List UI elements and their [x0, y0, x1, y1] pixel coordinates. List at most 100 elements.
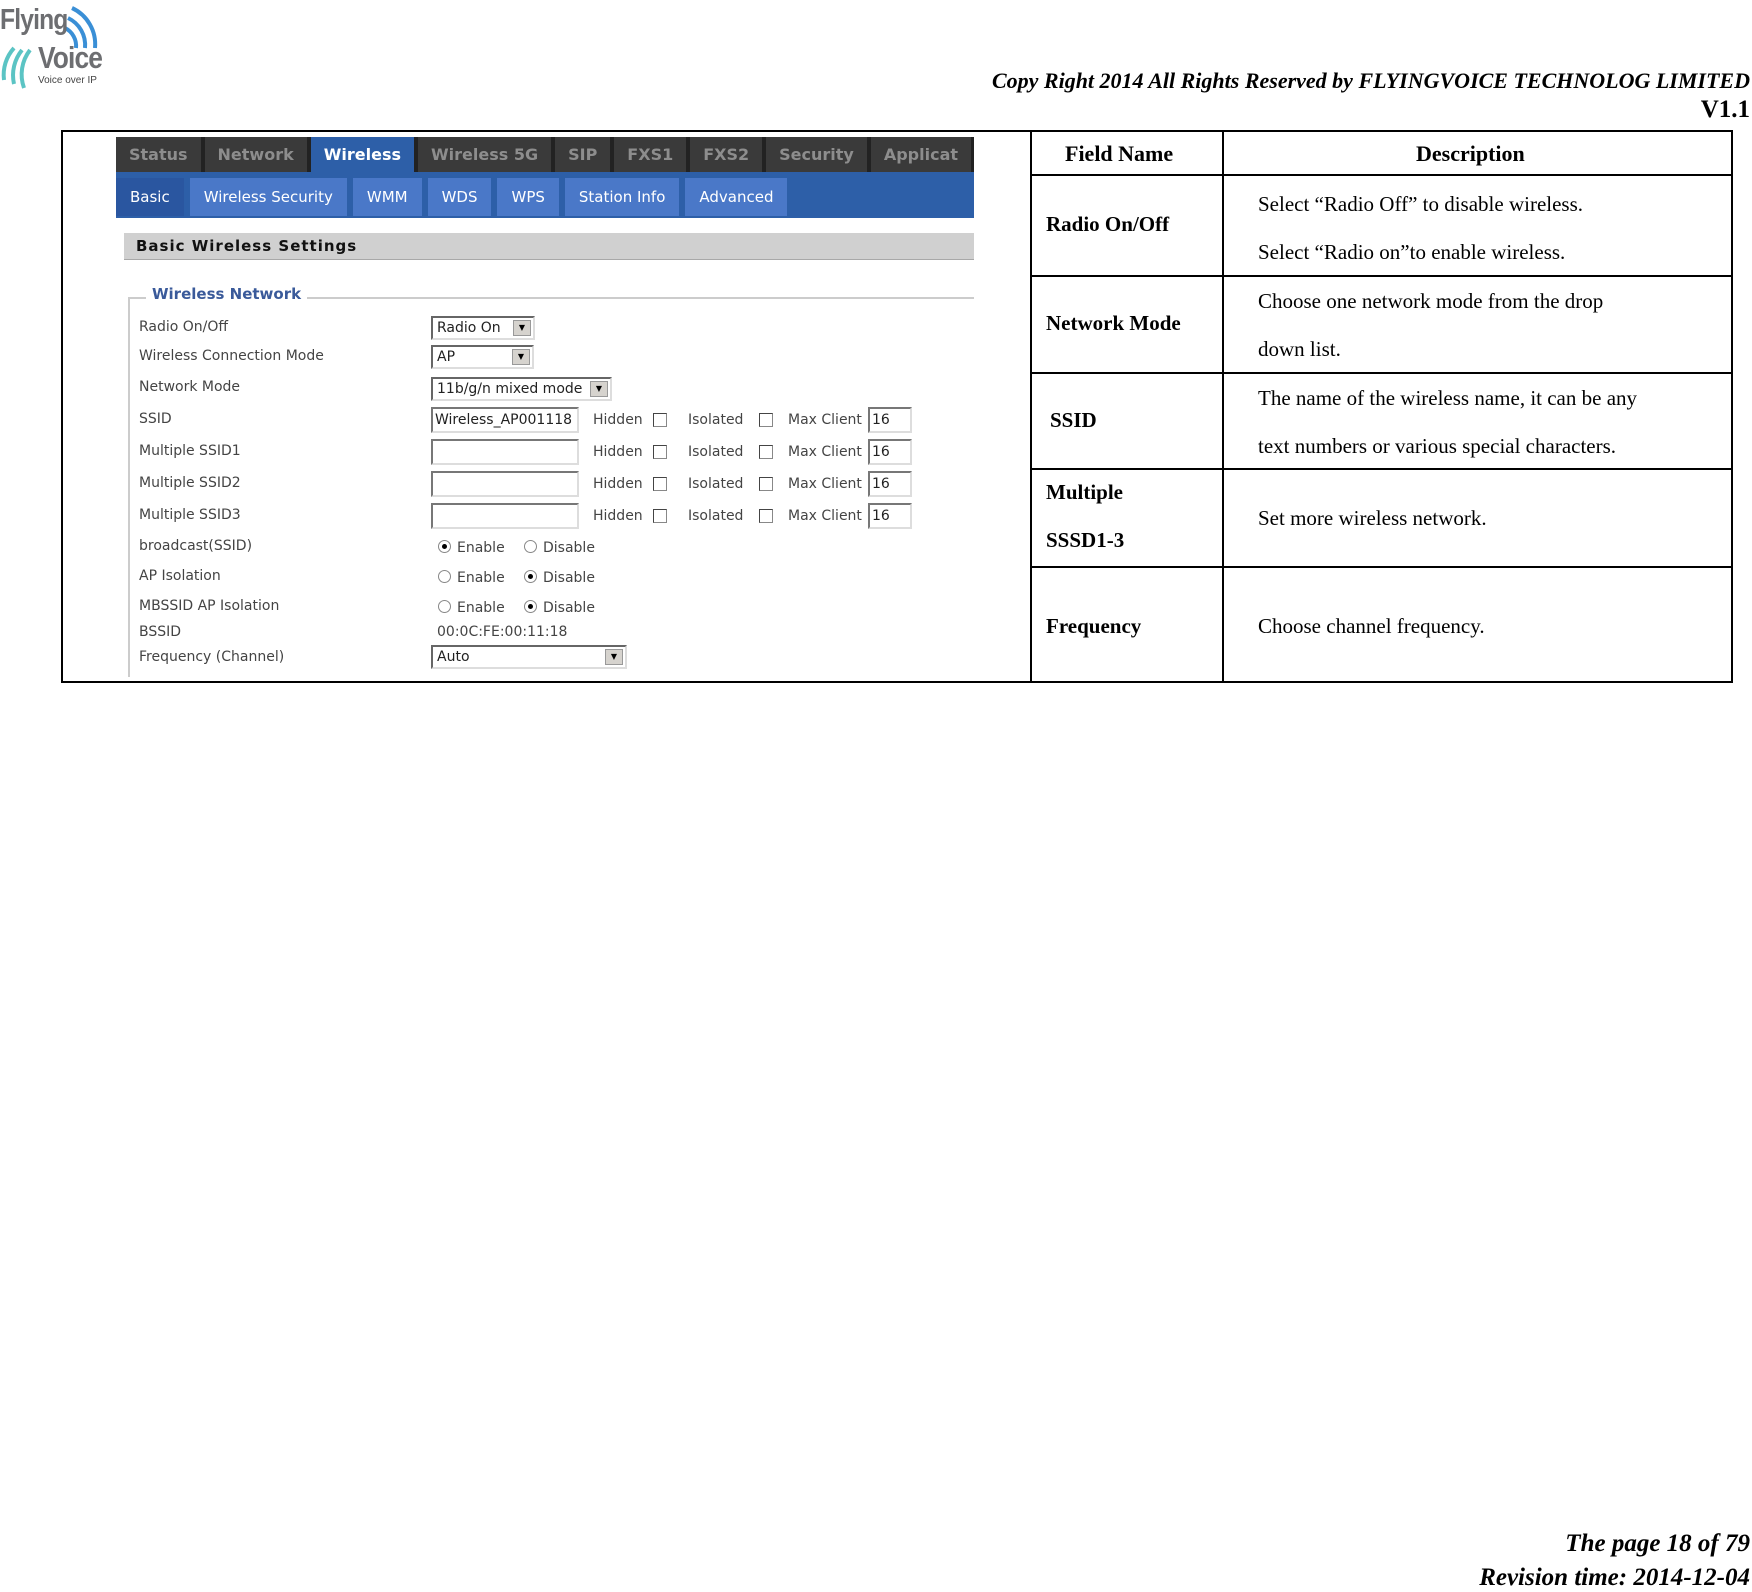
isolated-checkbox[interactable] — [759, 413, 773, 427]
subtab-wmm[interactable]: WMM — [352, 178, 422, 216]
subtab-wireless-security[interactable]: Wireless Security — [189, 178, 347, 216]
multiple-ssid1-input[interactable] — [431, 439, 579, 465]
ssid-label: SSID — [139, 411, 172, 427]
section-title: Basic Wireless Settings — [124, 233, 974, 260]
tab-wireless[interactable]: Wireless — [310, 137, 414, 172]
connection-mode-label: Wireless Connection Mode — [139, 348, 324, 364]
field-name: SSID — [1050, 408, 1097, 432]
description-line: down list. — [1258, 337, 1341, 361]
multiple-ssid3-input[interactable] — [431, 503, 579, 529]
bssid-label: BSSID — [139, 624, 182, 640]
network-mode-value: 11b/g/n mixed mode — [437, 381, 583, 397]
isolated-label: Isolated — [688, 476, 744, 492]
isolated-checkbox[interactable] — [759, 509, 773, 523]
hidden-checkbox[interactable] — [653, 509, 667, 523]
hidden-label: Hidden — [593, 508, 643, 524]
enable-label: Enable — [457, 600, 505, 616]
max-client-input[interactable]: 16 — [868, 503, 912, 529]
tab-sip[interactable]: SIP — [555, 137, 611, 172]
header-field-name: Field Name — [1065, 141, 1174, 166]
network-mode-label: Network Mode — [139, 379, 241, 395]
hidden-label: Hidden — [593, 444, 643, 460]
subtab-station-info[interactable]: Station Info — [564, 178, 680, 216]
subtab-wps[interactable]: WPS — [497, 178, 559, 216]
copyright-notice: Copy Right 2014 All Rights Reserved by F… — [991, 68, 1750, 93]
description-line: text numbers or various special characte… — [1258, 434, 1617, 458]
field-name: Radio On/Off — [1046, 212, 1170, 236]
table-row: SSID The name of the wireless name, it c… — [1030, 374, 1733, 470]
hidden-label: Hidden — [593, 476, 643, 492]
isolated-label: Isolated — [688, 412, 744, 428]
ap-isolation-label: AP Isolation — [139, 568, 221, 584]
tab-fxs1[interactable]: FXS1 — [614, 137, 687, 172]
table-row: Radio On/Off Select “Radio Off” to disab… — [1030, 176, 1733, 277]
connection-mode-select[interactable]: AP ▼ — [431, 345, 534, 369]
network-mode-select[interactable]: 11b/g/n mixed mode ▼ — [431, 377, 612, 401]
radio-onoff-value: Radio On — [437, 320, 501, 336]
tab-network[interactable]: Network — [204, 137, 307, 172]
subtab-basic[interactable]: Basic — [116, 178, 184, 216]
max-client-input[interactable]: 16 — [868, 471, 912, 497]
ap-isolation-enable-radio[interactable] — [438, 570, 451, 583]
max-client-label: Max Client — [788, 476, 862, 492]
disable-label: Disable — [543, 600, 595, 616]
field-name: Frequency — [1046, 614, 1142, 638]
description-line: Select “Radio on”to enable wireless. — [1258, 240, 1566, 264]
isolated-checkbox[interactable] — [759, 445, 773, 459]
isolated-label: Isolated — [688, 508, 744, 524]
disable-label: Disable — [543, 540, 595, 556]
max-client-input[interactable]: 16 — [868, 439, 912, 465]
multiple-ssid2-input[interactable] — [431, 471, 579, 497]
bssid-value: 00:0C:FE:00:11:18 — [437, 624, 568, 640]
dropdown-arrow-icon: ▼ — [513, 320, 531, 336]
logo-text-flying: Flying — [0, 4, 68, 36]
multiple-ssid1-label: Multiple SSID1 — [139, 443, 241, 459]
subtab-wds[interactable]: WDS — [427, 178, 492, 216]
mbssid-enable-radio[interactable] — [438, 600, 451, 613]
broadcast-ssid-label: broadcast(SSID) — [139, 538, 253, 554]
table-row: Multiple SSSD1-3 Set more wireless netwo… — [1030, 470, 1733, 568]
table-row: Frequency Choose channel frequency. — [1030, 568, 1733, 683]
hidden-label: Hidden — [593, 412, 643, 428]
tab-wireless-5g[interactable]: Wireless 5G — [418, 137, 552, 172]
field-name: Network Mode — [1046, 311, 1181, 335]
max-client-label: Max Client — [788, 508, 862, 524]
hidden-checkbox[interactable] — [653, 413, 667, 427]
isolated-label: Isolated — [688, 444, 744, 460]
ap-isolation-disable-radio[interactable] — [524, 570, 537, 583]
mbssid-disable-radio[interactable] — [524, 600, 537, 613]
max-client-input[interactable]: 16 — [868, 407, 912, 433]
dropdown-arrow-icon: ▼ — [590, 381, 608, 397]
dropdown-arrow-icon: ▼ — [605, 649, 623, 665]
sub-nav-tabs: Basic Wireless Security WMM WDS WPS Stat… — [116, 172, 974, 218]
isolated-checkbox[interactable] — [759, 477, 773, 491]
field-name-line: SSSD1-3 — [1046, 528, 1125, 552]
tab-application[interactable]: Applicat — [870, 137, 972, 172]
table-row: Network Mode Choose one network mode fro… — [1030, 277, 1733, 374]
frequency-select[interactable]: Auto ▼ — [431, 645, 627, 669]
broadcast-enable-radio[interactable] — [438, 540, 451, 553]
ssid-input[interactable]: Wireless_AP001118 — [431, 407, 579, 433]
enable-label: Enable — [457, 540, 505, 556]
logo-text-voice: Voice — [38, 40, 103, 75]
tab-status[interactable]: Status — [116, 137, 201, 172]
flyingvoice-logo: Flying Voice Voice over IP — [0, 0, 110, 95]
tab-security[interactable]: Security — [766, 137, 867, 172]
mbssid-ap-isolation-label: MBSSID AP Isolation — [139, 598, 280, 614]
multiple-ssid2-label: Multiple SSID2 — [139, 475, 241, 491]
subtab-advanced[interactable]: Advanced — [685, 178, 788, 216]
connection-mode-value: AP — [437, 349, 456, 365]
field-name-line: Multiple — [1046, 480, 1123, 504]
page-number: The page 18 of 79 — [1565, 1530, 1750, 1557]
description-line: The name of the wireless name, it can be… — [1258, 386, 1638, 410]
fieldset-legend: Wireless Network — [146, 285, 308, 303]
wireless-settings-screenshot: Status Network Wireless Wireless 5G SIP … — [116, 137, 974, 677]
disable-label: Disable — [543, 570, 595, 586]
radio-onoff-select[interactable]: Radio On ▼ — [431, 316, 535, 340]
tab-fxs2[interactable]: FXS2 — [690, 137, 763, 172]
broadcast-disable-radio[interactable] — [524, 540, 537, 553]
hidden-checkbox[interactable] — [653, 445, 667, 459]
hidden-checkbox[interactable] — [653, 477, 667, 491]
field-description-table: Field Name Description Radio On/Off Sele… — [1030, 130, 1733, 683]
table-header-row: Field Name Description — [1030, 130, 1733, 176]
